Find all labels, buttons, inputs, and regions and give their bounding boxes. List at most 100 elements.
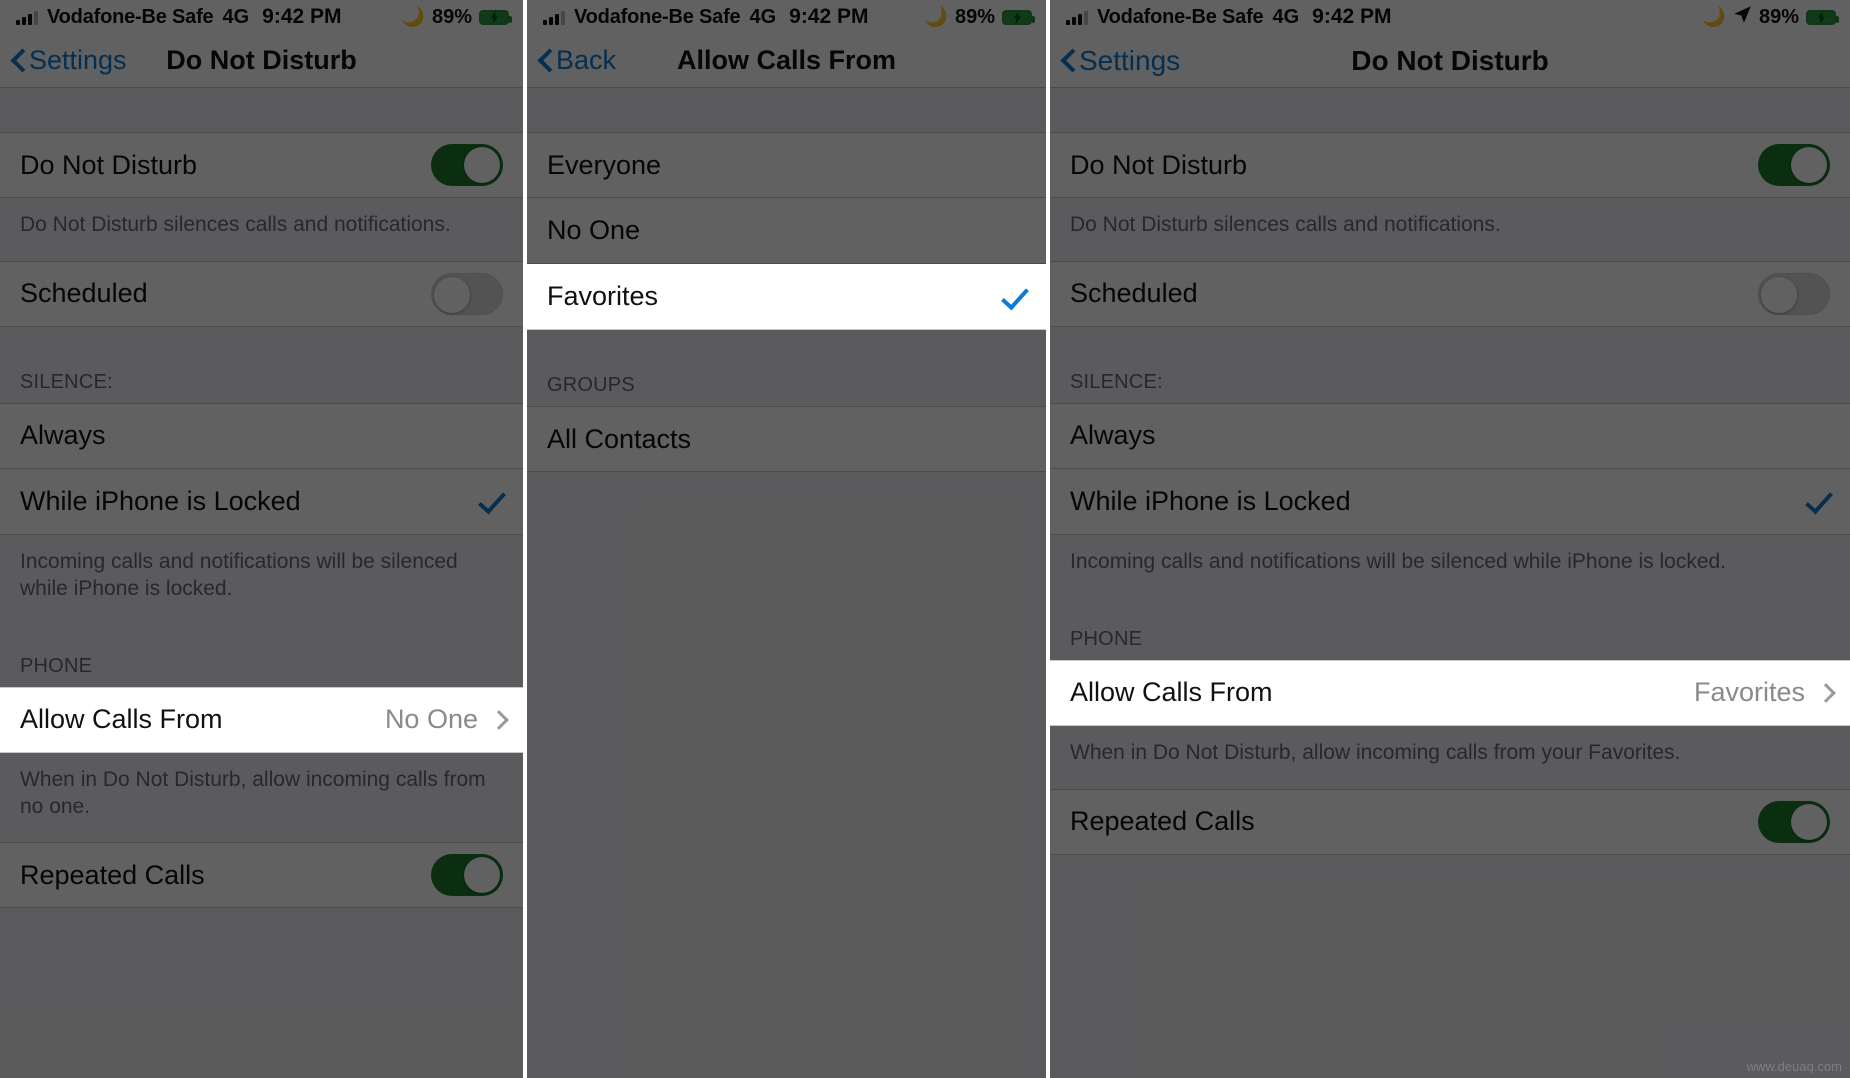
repeated-calls-toggle[interactable] bbox=[1758, 800, 1830, 843]
moon-icon: 🌙 bbox=[1702, 6, 1726, 28]
chevron-right-icon bbox=[1819, 683, 1830, 702]
row-label: Scheduled bbox=[20, 278, 148, 309]
panel-allow-calls-from-picker: Vodafone-Be Safe 4G 9:42 PM 🌙 89% Back A… bbox=[527, 0, 1046, 1078]
row-silence-always[interactable]: Always bbox=[1050, 402, 1850, 469]
row-label: While iPhone is Locked bbox=[1070, 485, 1351, 516]
battery-charging-icon bbox=[479, 9, 512, 25]
row-label: Scheduled bbox=[1070, 278, 1198, 309]
network-type-label: 4G bbox=[1272, 5, 1300, 28]
row-repeated-calls[interactable]: Repeated Calls bbox=[1050, 788, 1850, 855]
moon-icon: 🌙 bbox=[401, 6, 425, 28]
do-not-disturb-footnote: Do Not Disturb silences calls and notifi… bbox=[1050, 198, 1850, 261]
moon-icon: 🌙 bbox=[924, 6, 948, 28]
row-allow-calls-from[interactable]: Allow Calls From Favorites bbox=[1050, 659, 1850, 726]
row-label: Favorites bbox=[547, 281, 659, 311]
row-label: Repeated Calls bbox=[20, 859, 205, 890]
row-allow-calls-from[interactable]: Allow Calls From No One bbox=[0, 686, 523, 753]
allow-calls-from-value: Favorites bbox=[1693, 677, 1805, 708]
row-scheduled[interactable]: Scheduled bbox=[0, 260, 523, 327]
allow-calls-footnote: When in Do Not Disturb, allow incoming c… bbox=[1050, 725, 1850, 789]
panel-do-not-disturb-after: Vodafone-Be Safe 4G 9:42 PM 🌙 89% Settin… bbox=[1050, 0, 1850, 1078]
do-not-disturb-toggle[interactable] bbox=[1758, 144, 1830, 186]
section-header-silence: SILENCE: bbox=[0, 326, 523, 403]
top-spacer-3 bbox=[1050, 88, 1850, 132]
signal-bars-icon bbox=[1066, 10, 1088, 25]
battery-charging-icon bbox=[1002, 9, 1035, 25]
section-header-groups: GROUPS bbox=[527, 330, 1046, 406]
row-label: Allow Calls From bbox=[1070, 677, 1273, 708]
allow-calls-footnote: When in Do Not Disturb, allow incoming c… bbox=[0, 752, 523, 843]
back-button-label: Settings bbox=[1079, 44, 1181, 76]
row-label: Allow Calls From bbox=[20, 704, 223, 735]
panel-do-not-disturb-before: Vodafone-Be Safe 4G 9:42 PM 🌙 89% Settin… bbox=[0, 0, 523, 1078]
section-header-silence: SILENCE: bbox=[1050, 326, 1850, 403]
scheduled-toggle[interactable] bbox=[431, 272, 503, 315]
bottom-filler-2 bbox=[527, 472, 1046, 1078]
do-not-disturb-footnote: Do Not Disturb silences calls and notifi… bbox=[0, 198, 523, 261]
bottom-filler-1 bbox=[0, 908, 523, 1078]
back-button[interactable]: Back bbox=[527, 45, 616, 76]
carrier-label: Vodafone-Be Safe bbox=[1097, 5, 1264, 28]
row-label: Do Not Disturb bbox=[20, 149, 198, 180]
row-label: Always bbox=[1070, 420, 1156, 451]
battery-percent-label: 89% bbox=[1758, 5, 1799, 28]
nav-bar-1: Settings Do Not Disturb bbox=[0, 34, 523, 88]
row-silence-while-locked[interactable]: While iPhone is Locked bbox=[0, 468, 523, 535]
back-button-label: Back bbox=[556, 45, 617, 75]
row-scheduled[interactable]: Scheduled bbox=[1050, 260, 1850, 327]
silence-footnote: Incoming calls and notifications will be… bbox=[1050, 534, 1850, 598]
row-label: No One bbox=[547, 215, 641, 245]
back-button-settings[interactable]: Settings bbox=[1050, 45, 1180, 77]
option-row-favorites[interactable]: Favorites bbox=[527, 264, 1046, 330]
row-silence-while-locked[interactable]: While iPhone is Locked bbox=[1050, 468, 1850, 535]
row-label: Always bbox=[20, 420, 106, 451]
do-not-disturb-toggle[interactable] bbox=[431, 144, 503, 186]
battery-percent-label: 89% bbox=[431, 5, 472, 28]
back-button-label: Settings bbox=[29, 45, 127, 75]
row-label: Everyone bbox=[547, 149, 662, 180]
signal-bars-icon bbox=[16, 10, 38, 25]
status-bar-2: Vodafone-Be Safe 4G 9:42 PM 🌙 89% bbox=[527, 0, 1046, 34]
back-button-settings[interactable]: Settings bbox=[0, 45, 127, 76]
carrier-label: Vodafone-Be Safe bbox=[574, 5, 741, 28]
location-arrow-icon bbox=[1733, 5, 1752, 30]
chevron-left-icon bbox=[1062, 50, 1075, 72]
status-bar-3: Vodafone-Be Safe 4G 9:42 PM 🌙 89% bbox=[1050, 0, 1850, 34]
status-bar-1: Vodafone-Be Safe 4G 9:42 PM 🌙 89% bbox=[0, 0, 523, 34]
group-row-all-contacts[interactable]: All Contacts bbox=[527, 406, 1046, 472]
clock-label: 9:42 PM bbox=[262, 5, 342, 28]
three-panel-screenshot-strip: Vodafone-Be Safe 4G 9:42 PM 🌙 89% Settin… bbox=[0, 0, 1850, 1078]
signal-bars-icon bbox=[543, 10, 565, 25]
battery-charging-icon bbox=[1806, 9, 1839, 25]
row-do-not-disturb[interactable]: Do Not Disturb bbox=[0, 132, 523, 198]
nav-bar-3: Settings Do Not Disturb bbox=[1050, 34, 1850, 88]
row-label: Do Not Disturb bbox=[1070, 149, 1248, 180]
nav-bar-2: Back Allow Calls From bbox=[527, 34, 1046, 88]
scheduled-toggle[interactable] bbox=[1758, 272, 1830, 315]
option-row-no-one[interactable]: No One bbox=[527, 198, 1046, 264]
repeated-calls-toggle[interactable] bbox=[431, 854, 503, 897]
checkmark-icon bbox=[1804, 488, 1830, 514]
row-do-not-disturb[interactable]: Do Not Disturb bbox=[1050, 132, 1850, 198]
top-spacer-2 bbox=[527, 88, 1046, 132]
row-label: Repeated Calls bbox=[1070, 806, 1255, 837]
chevron-right-icon bbox=[492, 710, 503, 729]
row-repeated-calls[interactable]: Repeated Calls bbox=[0, 842, 523, 909]
top-spacer-1 bbox=[0, 88, 523, 132]
clock-label: 9:42 PM bbox=[789, 5, 869, 28]
row-silence-always[interactable]: Always bbox=[0, 402, 523, 469]
bottom-filler-3 bbox=[1050, 854, 1850, 1078]
section-header-phone: PHONE bbox=[1050, 597, 1850, 660]
allow-calls-from-value: No One bbox=[384, 704, 478, 735]
checkmark-icon bbox=[1000, 284, 1026, 310]
section-header-phone: PHONE bbox=[0, 624, 523, 687]
silence-footnote: Incoming calls and notifications will be… bbox=[0, 534, 523, 625]
row-label: All Contacts bbox=[547, 423, 692, 454]
network-type-label: 4G bbox=[749, 5, 777, 28]
chevron-left-icon bbox=[539, 50, 552, 72]
checkmark-icon bbox=[477, 488, 503, 514]
site-watermark: www.deuaq.com bbox=[1746, 1059, 1842, 1074]
row-label: While iPhone is Locked bbox=[20, 485, 301, 516]
option-row-everyone[interactable]: Everyone bbox=[527, 132, 1046, 198]
battery-percent-label: 89% bbox=[954, 5, 995, 28]
